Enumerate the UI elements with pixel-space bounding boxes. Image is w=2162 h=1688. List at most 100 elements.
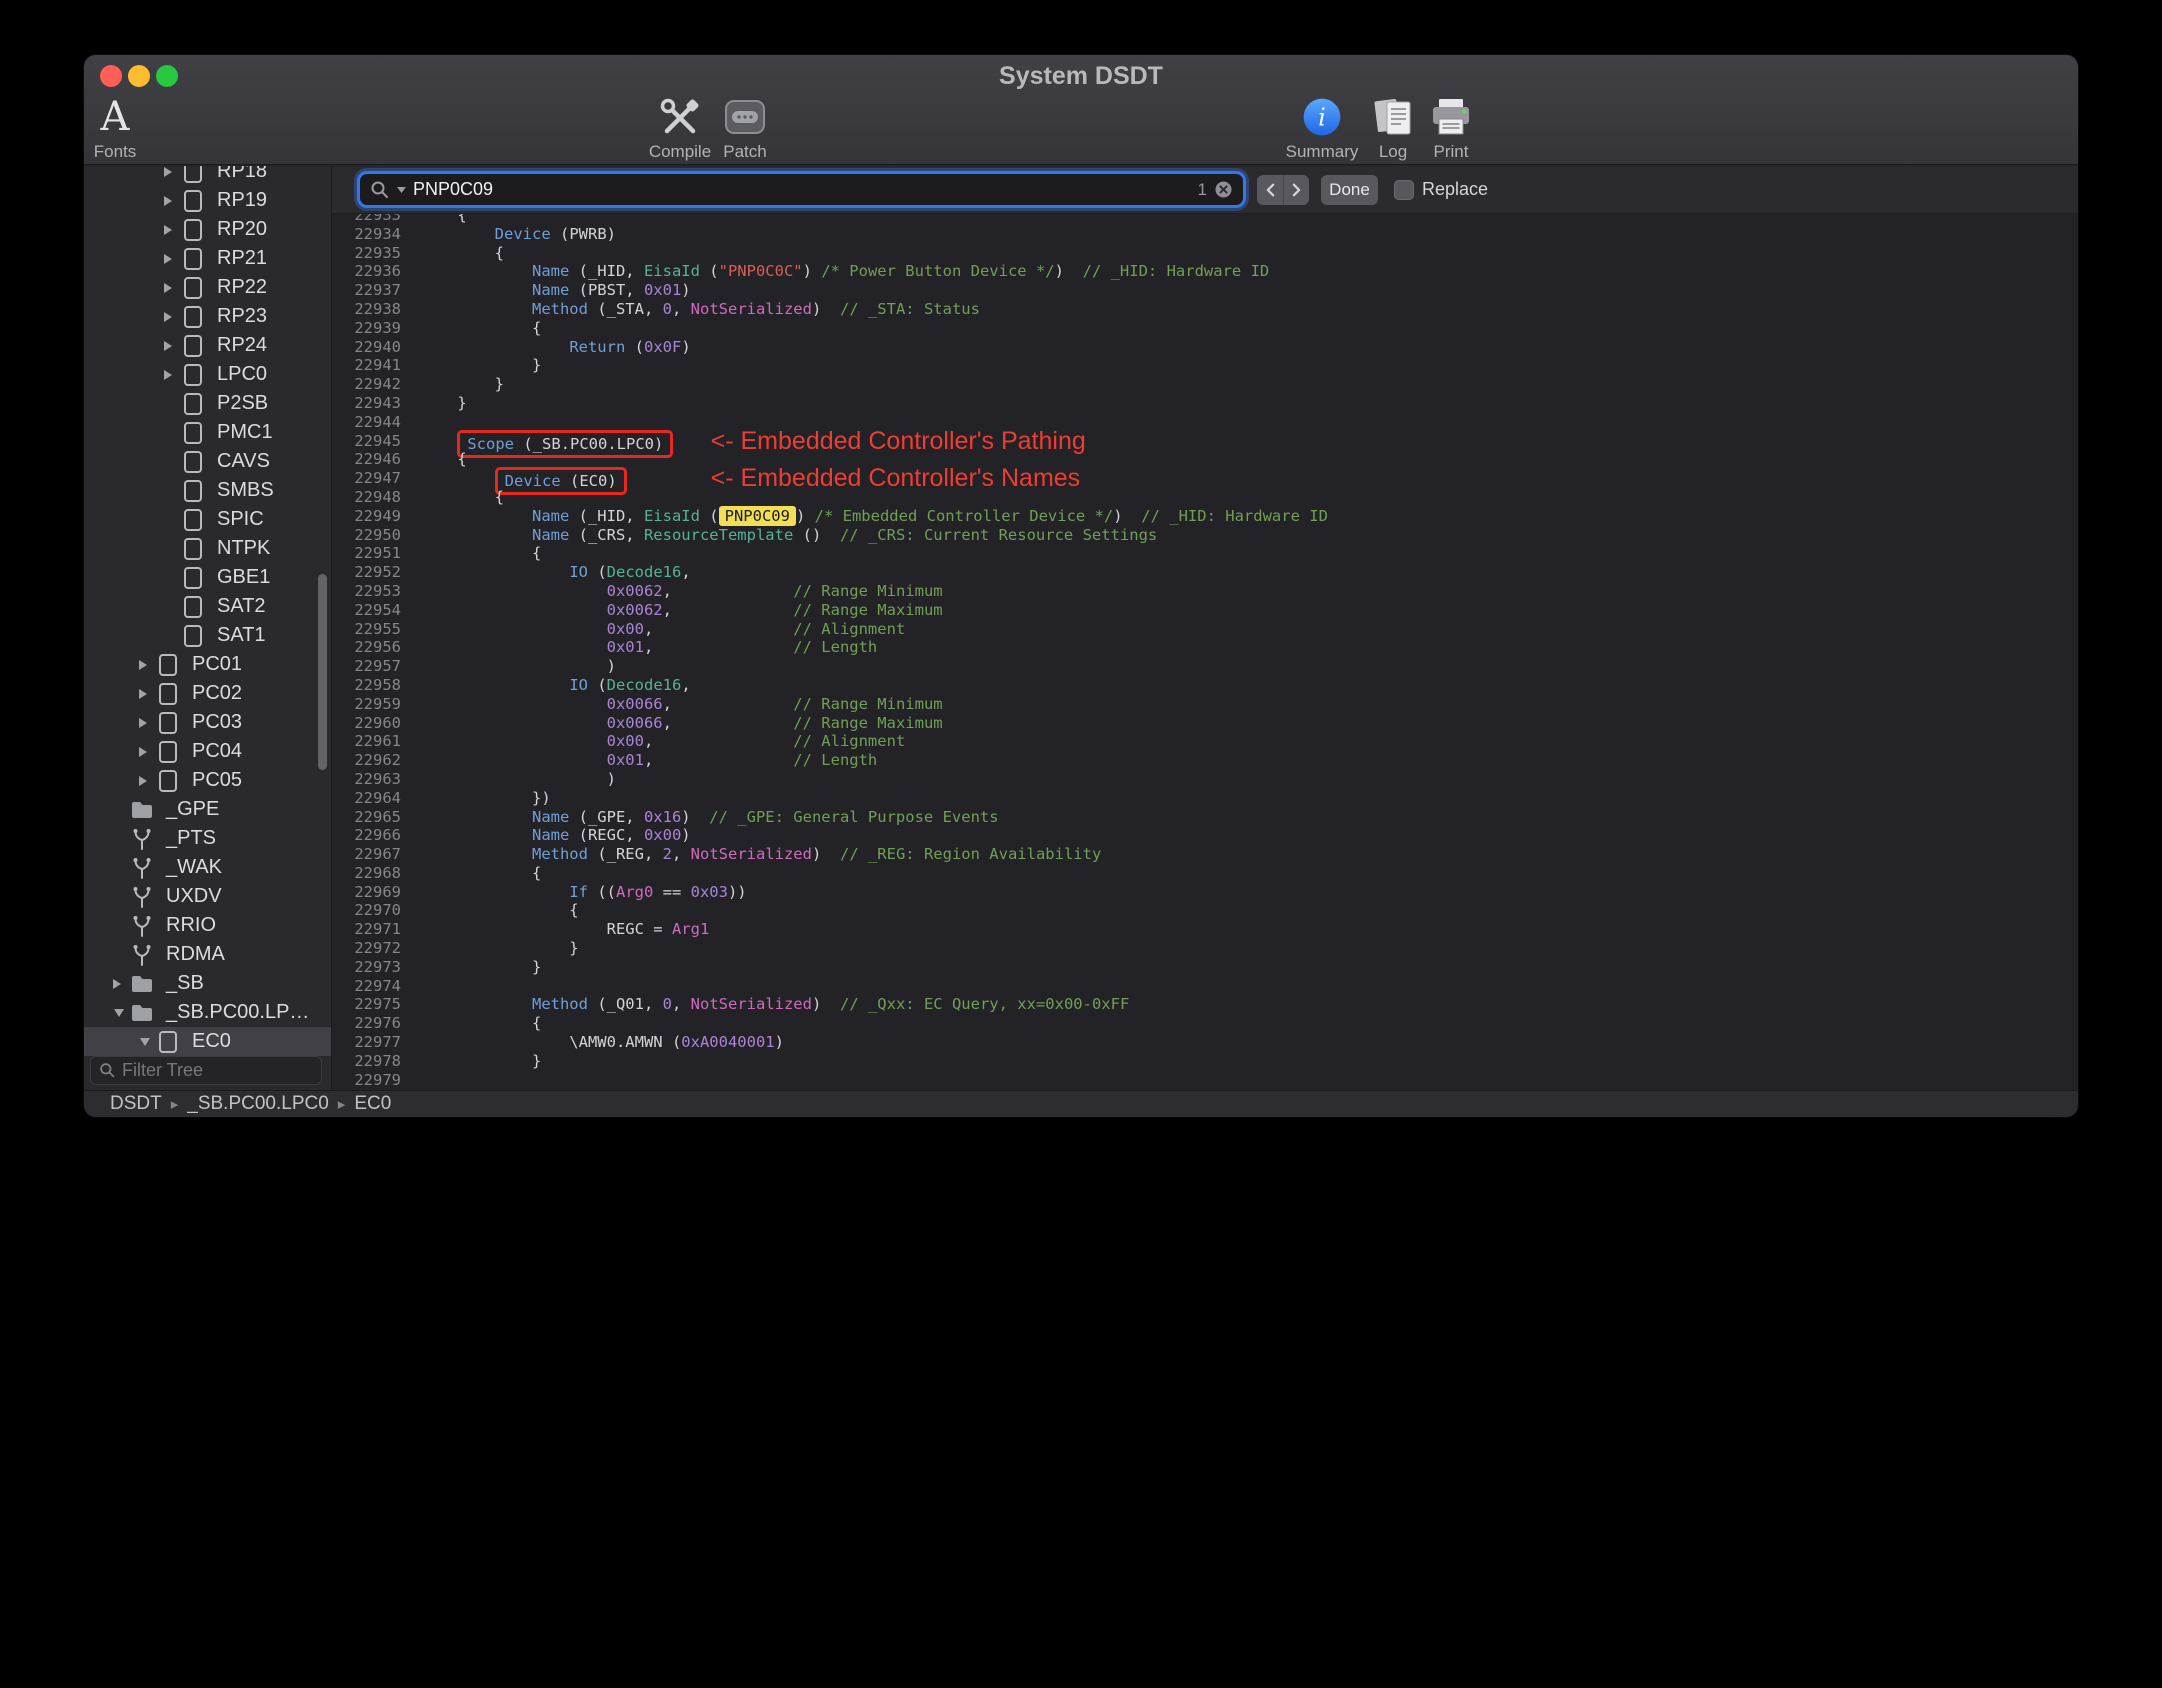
search-icon [100, 1063, 115, 1078]
sidebar-item-ec0[interactable]: EC0 [84, 1027, 331, 1056]
disclosure-right-icon[interactable] [159, 368, 181, 382]
doc-icon [156, 1030, 180, 1054]
disclosure-right-icon[interactable] [159, 166, 181, 179]
sidebar-item-pmc1[interactable]: PMC1 [84, 418, 331, 447]
sidebar-item-smbs[interactable]: SMBS [84, 476, 331, 505]
sidebar-item-sat2[interactable]: SAT2 [84, 592, 331, 621]
sidebar-item-rp21[interactable]: RP21 [84, 244, 331, 273]
sidebar-item-rp22[interactable]: RP22 [84, 273, 331, 302]
code-line-content: } [408, 939, 578, 958]
code-token: ( [625, 337, 644, 356]
sidebar-item-pc01[interactable]: PC01 [84, 650, 331, 679]
code-line: 22935 { [332, 244, 2078, 263]
sidebar-scrollbar[interactable] [318, 574, 327, 770]
code-token: 0x0066 [606, 694, 663, 713]
sidebar-item-pc02[interactable]: PC02 [84, 679, 331, 708]
sidebar-item-pc03[interactable]: PC03 [84, 708, 331, 737]
disclosure-right-icon[interactable] [134, 658, 156, 672]
sidebar-item-_sb[interactable]: _SB [84, 969, 331, 998]
sidebar-item-cavs[interactable]: CAVS [84, 447, 331, 476]
sidebar-item-rp24[interactable]: RP24 [84, 331, 331, 360]
sidebar-item-spic[interactable]: SPIC [84, 505, 331, 534]
toolbar-patch-button[interactable]: Patch [690, 93, 800, 162]
search-bar: PNP0C09 1 Done Replace [332, 166, 2078, 214]
sidebar-item-sat1[interactable]: SAT1 [84, 621, 331, 650]
doc-icon [181, 334, 205, 358]
sidebar-item-_wak[interactable]: _WAK [84, 853, 331, 882]
code-line-content: Method (_REG, 2, NotSerialized) // _REG:… [408, 845, 1101, 864]
code-token: (_REG, [587, 845, 663, 864]
code-token: ) [681, 281, 691, 300]
code-line: 22933 { [332, 214, 2078, 225]
sidebar-item-gbe1[interactable]: GBE1 [84, 563, 331, 592]
code-token: ) [681, 337, 691, 356]
disclosure-right-icon[interactable] [159, 194, 181, 208]
disclosure-right-icon[interactable] [159, 281, 181, 295]
line-number: 22961 [354, 732, 401, 751]
code-line: 22937 Name (PBST, 0x01) [332, 281, 2078, 300]
code-token: NotSerialized [690, 995, 812, 1014]
sidebar-item-_gpe[interactable]: _GPE [84, 795, 331, 824]
next-match-button[interactable] [1283, 174, 1309, 205]
sidebar-item-rp23[interactable]: RP23 [84, 302, 331, 331]
filter-tree-field[interactable]: Filter Tree [90, 1056, 322, 1085]
breadcrumb-item[interactable]: DSDT [110, 1093, 162, 1115]
sidebar-item-rp18[interactable]: RP18 [84, 166, 331, 186]
sidebar-item-rrio[interactable]: RRIO [84, 911, 331, 940]
sidebar-item-p2sb[interactable]: P2SB [84, 389, 331, 418]
code-token: (_GPE, [569, 807, 644, 826]
code-token: { [420, 243, 504, 262]
disclosure-right-icon[interactable] [159, 310, 181, 324]
sidebar-item-uxdv[interactable]: UXDV [84, 882, 331, 911]
sidebar-item-rdma[interactable]: RDMA [84, 940, 331, 969]
status-bar: DSDT ▸ _SB.PC00.LPC0 ▸ EC0 [84, 1090, 2078, 1117]
sidebar-item-lpc0[interactable]: LPC0 [84, 360, 331, 389]
disclosure-right-icon[interactable] [108, 977, 130, 991]
disclosure-right-icon[interactable] [159, 339, 181, 353]
previous-match-button[interactable] [1257, 174, 1283, 205]
code-token: 0 [662, 299, 672, 318]
done-button[interactable]: Done [1321, 174, 1378, 205]
code-token: 0xA0040001 [681, 1033, 775, 1052]
breadcrumb-item[interactable]: EC0 [354, 1093, 391, 1115]
sidebar-item-_sb-pc00-lp[interactable]: _SB.PC00.LP… [84, 998, 331, 1027]
code-view[interactable]: 22933 {22934 Device (PWRB) 22935 {22936 N… [332, 214, 2078, 1090]
toolbar-fonts-button[interactable]: A Fonts [84, 93, 170, 162]
doc-icon [181, 247, 205, 271]
sidebar-item-label: _SB [166, 972, 204, 994]
sidebar-item-pc04[interactable]: PC04 [84, 737, 331, 766]
disclosure-down-icon[interactable] [108, 1008, 130, 1018]
disclosure-right-icon[interactable] [134, 774, 156, 788]
code-token: /* Embedded Controller Device */ [814, 506, 1114, 525]
disclosure-right-icon[interactable] [134, 716, 156, 730]
sidebar-item-pc05[interactable]: PC05 [84, 766, 331, 795]
sidebar-item-label: PC01 [192, 653, 243, 675]
replace-checkbox[interactable] [1394, 179, 1414, 200]
clear-search-icon[interactable] [1214, 180, 1233, 199]
search-input[interactable]: PNP0C09 1 [360, 174, 1243, 205]
editor-pane: PNP0C09 1 Done Replace 22933 {22934 Devi… [332, 166, 2078, 1090]
sidebar-item-rp19[interactable]: RP19 [84, 186, 331, 215]
sidebar-item-rp20[interactable]: RP20 [84, 215, 331, 244]
sidebar-item-_pts[interactable]: _PTS [84, 824, 331, 853]
code-token: 0x01 [606, 638, 644, 657]
disclosure-right-icon[interactable] [159, 252, 181, 266]
code-token: ) [420, 657, 616, 676]
chevron-down-icon[interactable] [397, 186, 406, 193]
code-token: == [653, 882, 691, 901]
breadcrumb-item[interactable]: _SB.PC00.LPC0 [187, 1093, 329, 1115]
search-highlight: PNP0C09 [718, 505, 796, 526]
toolbar-print-button[interactable]: Print [1396, 93, 1506, 162]
code-token: }) [420, 788, 551, 807]
disclosure-right-icon[interactable] [159, 223, 181, 237]
code-token: (PBST, [569, 281, 644, 300]
disclosure-right-icon[interactable] [134, 687, 156, 701]
disclosure-down-icon[interactable] [134, 1037, 156, 1047]
sidebar-item-ntpk[interactable]: NTPK [84, 534, 331, 563]
line-number: 22955 [354, 619, 401, 638]
sidebar-item-label: _GPE [166, 798, 220, 820]
disclosure-right-icon[interactable] [134, 745, 156, 759]
code-token: ( [587, 563, 607, 582]
